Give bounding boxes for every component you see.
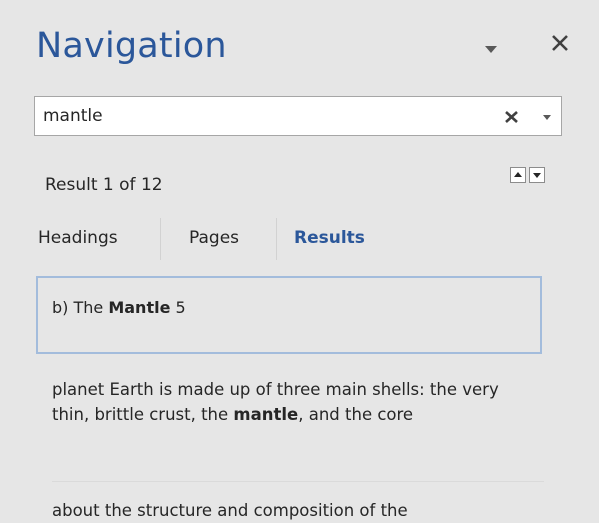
- search-box: [34, 96, 562, 136]
- result-snippet[interactable]: planet Earth is made up of three main sh…: [52, 377, 532, 427]
- result-heading-prefix: b) The: [52, 298, 109, 317]
- search-input[interactable]: [43, 97, 483, 135]
- arrow-down-icon: [533, 173, 541, 178]
- result-heading-text: b) The Mantle 5: [52, 298, 186, 317]
- tab-separator: [276, 218, 277, 260]
- arrow-up-icon: [514, 172, 522, 177]
- previous-result-button[interactable]: [510, 167, 526, 183]
- pane-options-chevron-down-icon[interactable]: [485, 46, 497, 53]
- clear-icon[interactable]: [503, 108, 521, 126]
- result-heading-match: Mantle: [108, 298, 171, 317]
- navigation-pane: Navigation Result 1 of 12 Headings Pages…: [0, 0, 599, 520]
- selected-result-item[interactable]: b) The Mantle 5: [36, 276, 542, 354]
- snippet-text-before: about the structure and composition of t…: [52, 501, 408, 520]
- tab-headings[interactable]: Headings: [38, 228, 118, 248]
- snippet-text-after: , and the core: [298, 405, 414, 424]
- result-snippet[interactable]: about the structure and composition of t…: [52, 498, 532, 523]
- next-result-button[interactable]: [529, 167, 545, 183]
- tab-results[interactable]: Results: [294, 228, 365, 248]
- search-options-chevron-down-icon[interactable]: [543, 115, 551, 120]
- close-icon[interactable]: [547, 30, 573, 56]
- tab-separator: [160, 218, 161, 260]
- result-divider: [52, 481, 544, 482]
- snippet-match: mantle: [233, 405, 299, 424]
- result-heading-suffix: 5: [170, 298, 186, 317]
- result-count: Result 1 of 12: [45, 175, 163, 195]
- tab-pages[interactable]: Pages: [189, 228, 239, 248]
- pane-title: Navigation: [36, 26, 227, 66]
